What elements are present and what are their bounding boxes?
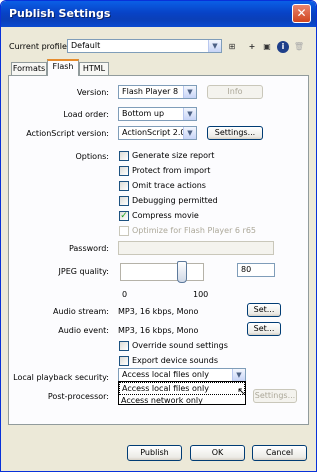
current-profile-select[interactable]: Default ▼ (67, 39, 222, 53)
jpeg-quality-slider-thumb[interactable] (177, 261, 187, 283)
dropdown-option-local-files[interactable]: Access local files only (119, 382, 245, 395)
delete-profile-icon[interactable]: 🗑 (293, 41, 305, 53)
omit-trace-actions-label: Omit trace actions (132, 181, 206, 190)
omit-trace-actions-checkbox[interactable] (119, 181, 129, 191)
post-processor-settings-button[interactable]: Settings... (253, 389, 297, 403)
chevron-down-icon: ▼ (183, 108, 196, 120)
load-order-label: Load order: (63, 110, 109, 119)
generate-size-report-label: Generate size report (132, 151, 215, 160)
publish-button[interactable]: Publish (127, 445, 182, 461)
local-playback-security-select[interactable]: Access local files only ▼ (118, 368, 246, 382)
tab-flash[interactable]: Flash (47, 59, 79, 76)
chevron-down-icon: ▼ (232, 369, 245, 381)
mouse-cursor-icon: ↖ (237, 385, 247, 398)
password-field[interactable] (118, 241, 274, 255)
audio-stream-value: MP3, 16 kbps, Mono (118, 307, 199, 316)
debugging-permitted-checkbox[interactable] (119, 196, 129, 206)
cancel-button[interactable]: Cancel (252, 445, 307, 461)
info-button[interactable]: Info (207, 85, 263, 99)
load-order-select[interactable]: Bottom up ▼ (118, 107, 197, 121)
version-select[interactable]: Flash Player 8 ▼ (118, 85, 197, 99)
password-label: Password: (68, 244, 109, 253)
local-playback-security-label: Local playback security: (13, 373, 109, 382)
current-profile-label: Current profile: (9, 42, 70, 51)
load-order-value: Bottom up (122, 109, 165, 118)
audio-stream-set-button[interactable]: Set... (247, 303, 281, 317)
debugging-permitted-label: Debugging permitted (132, 196, 218, 205)
current-profile-value: Default (71, 41, 101, 50)
override-sound-settings-checkbox[interactable] (119, 341, 129, 351)
title-bar: Publish Settings ✕ (1, 1, 316, 27)
chevron-down-icon: ▼ (183, 127, 196, 139)
jpeg-quality-input[interactable]: 80 (237, 263, 275, 277)
add-profile-icon[interactable]: + (246, 41, 258, 53)
duplicate-profile-icon[interactable]: ▣ (261, 41, 273, 53)
compress-movie-checkbox[interactable]: ✓ (119, 211, 129, 221)
local-playback-security-value: Access local files only (122, 370, 209, 379)
optimize-flash-player-6-label: Optimize for Flash Player 6 r65 (132, 226, 257, 235)
chevron-down-icon: ▼ (183, 86, 196, 98)
jpeg-quality-label: JPEG quality: (58, 267, 109, 276)
options-label: Options: (75, 152, 109, 161)
profile-options-icon[interactable]: ⊞ (226, 41, 238, 53)
version-label: Version: (76, 88, 109, 97)
window-title: Publish Settings (9, 7, 111, 20)
close-icon[interactable]: ✕ (292, 4, 311, 23)
audio-event-value: MP3, 16 kbps, Mono (118, 326, 199, 335)
tab-formats[interactable]: Formats (11, 62, 47, 75)
post-processor-label: Post-processor: (47, 392, 109, 401)
actionscript-version-select[interactable]: ActionScript 2.0 ▼ (118, 126, 197, 140)
profile-info-icon[interactable]: i (277, 41, 289, 53)
compress-movie-label: Compress movie (132, 211, 199, 220)
version-value: Flash Player 8 (122, 87, 179, 96)
actionscript-settings-button[interactable]: Settings... (207, 126, 263, 140)
actionscript-version-label: ActionScript version: (26, 129, 109, 138)
local-playback-security-dropdown: Access local files only Access network o… (118, 381, 246, 405)
audio-stream-label: Audio stream: (52, 307, 109, 316)
override-sound-settings-label: Override sound settings (132, 341, 228, 350)
export-device-sounds-label: Export device sounds (132, 356, 218, 365)
protect-from-import-checkbox[interactable] (119, 166, 129, 176)
generate-size-report-checkbox[interactable] (119, 151, 129, 161)
export-device-sounds-checkbox[interactable] (119, 356, 129, 366)
audio-event-label: Audio event: (58, 326, 109, 335)
jpeg-quality-slider-track[interactable] (120, 263, 204, 281)
audio-event-set-button[interactable]: Set... (247, 322, 281, 336)
publish-settings-dialog: Publish Settings ✕ Current profile: Defa… (0, 0, 317, 472)
protect-from-import-label: Protect from import (132, 166, 211, 175)
ok-button[interactable]: OK (190, 445, 245, 461)
tab-html[interactable]: HTML (79, 62, 109, 75)
actionscript-version-value: ActionScript 2.0 (122, 128, 186, 137)
optimize-flash-player-6-checkbox[interactable] (119, 226, 129, 236)
jpeg-quality-max: 100 (193, 290, 209, 299)
chevron-down-icon: ▼ (208, 40, 221, 52)
jpeg-quality-min: 0 (122, 290, 128, 299)
dropdown-option-network[interactable]: Access network only (119, 395, 245, 406)
